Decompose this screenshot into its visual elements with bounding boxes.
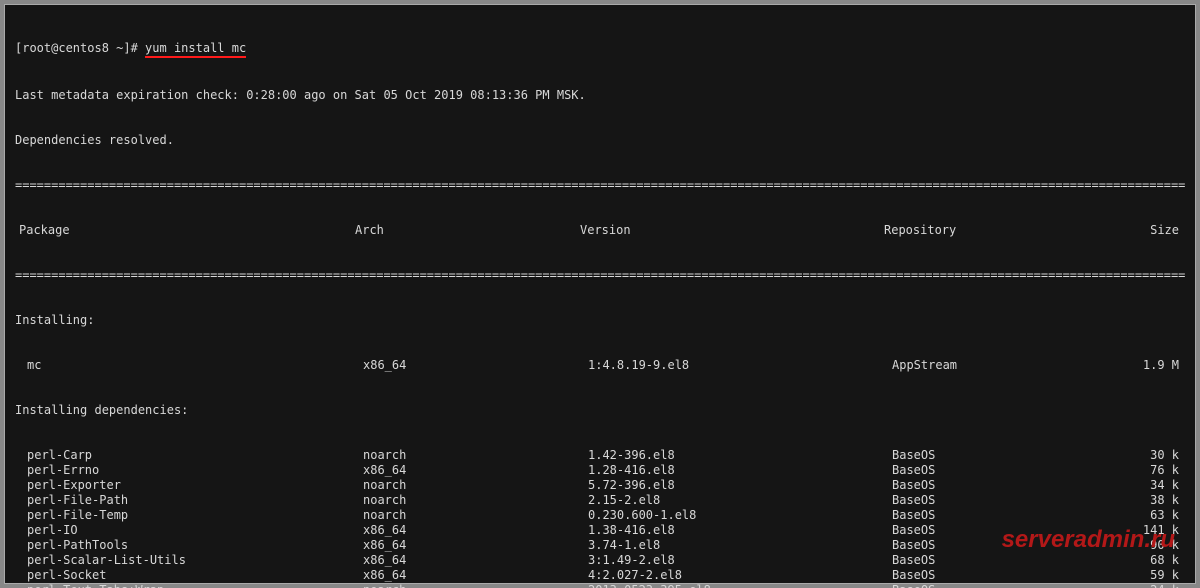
cell-version: 0.230.600-1.el8 xyxy=(588,508,892,523)
cell-arch: noarch xyxy=(363,448,588,463)
cell-repository: BaseOS xyxy=(892,448,1097,463)
cell-package: perl-File-Path xyxy=(15,493,363,508)
table-row: perl-Text-Tabs+Wrapnoarch2013.0523-395.e… xyxy=(15,583,1185,588)
table-row: perl-Socketx86_644:2.027-2.el8BaseOS59 k xyxy=(15,568,1185,583)
cell-package: perl-IO xyxy=(15,523,363,538)
deps-resolved-line: Dependencies resolved. xyxy=(15,133,1185,148)
cell-size: 59 k xyxy=(1097,568,1185,583)
cell-size: 24 k xyxy=(1097,583,1185,588)
cell-repository: AppStream xyxy=(892,358,1097,373)
cell-version: 3:1.49-2.el8 xyxy=(588,553,892,568)
cell-package: perl-File-Temp xyxy=(15,508,363,523)
cell-version: 3.74-1.el8 xyxy=(588,538,892,553)
cell-arch: noarch xyxy=(363,508,588,523)
cell-arch: x86_64 xyxy=(363,553,588,568)
cell-repository: BaseOS xyxy=(892,583,1097,588)
divider: ========================================… xyxy=(15,178,1185,193)
cell-arch: x86_64 xyxy=(363,358,588,373)
cell-arch: noarch xyxy=(363,478,588,493)
cell-package: perl-Text-Tabs+Wrap xyxy=(15,583,363,588)
hdr-package: Package xyxy=(15,223,355,238)
table-row: mc x86_64 1:4.8.19-9.el8 AppStream 1.9 M xyxy=(15,358,1185,373)
shell-prompt: [root@centos8 ~]# xyxy=(15,41,145,55)
cell-package: perl-PathTools xyxy=(15,538,363,553)
table-row: perl-File-Tempnoarch0.230.600-1.el8BaseO… xyxy=(15,508,1185,523)
cell-repository: BaseOS xyxy=(892,538,1097,553)
table-row: perl-Carpnoarch1.42-396.el8BaseOS30 k xyxy=(15,448,1185,463)
cell-version: 4:2.027-2.el8 xyxy=(588,568,892,583)
table-row: perl-Scalar-List-Utilsx86_643:1.49-2.el8… xyxy=(15,553,1185,568)
table-row: perl-Exporternoarch5.72-396.el8BaseOS34 … xyxy=(15,478,1185,493)
hdr-arch: Arch xyxy=(355,223,580,238)
cell-repository: BaseOS xyxy=(892,508,1097,523)
cell-repository: BaseOS xyxy=(892,568,1097,583)
cell-arch: x86_64 xyxy=(363,568,588,583)
cell-size: 63 k xyxy=(1097,508,1185,523)
cell-repository: BaseOS xyxy=(892,493,1097,508)
cell-version: 5.72-396.el8 xyxy=(588,478,892,493)
cell-size: 34 k xyxy=(1097,478,1185,493)
cell-arch: x86_64 xyxy=(363,538,588,553)
cell-arch: x86_64 xyxy=(363,523,588,538)
cell-size: 90 k xyxy=(1097,538,1185,553)
divider: ========================================… xyxy=(15,268,1185,283)
cell-package: perl-Errno xyxy=(15,463,363,478)
table-row: perl-PathToolsx86_643.74-1.el8BaseOS90 k xyxy=(15,538,1185,553)
table-header: Package Arch Version Repository Size xyxy=(15,223,1185,238)
table-row: perl-File-Pathnoarch2.15-2.el8BaseOS38 k xyxy=(15,493,1185,508)
cell-version: 1.42-396.el8 xyxy=(588,448,892,463)
cell-size: 68 k xyxy=(1097,553,1185,568)
hdr-version: Version xyxy=(580,223,884,238)
cell-version: 1.38-416.el8 xyxy=(588,523,892,538)
metadata-line: Last metadata expiration check: 0:28:00 … xyxy=(15,88,1185,103)
cell-arch: x86_64 xyxy=(363,463,588,478)
cell-package: mc xyxy=(15,358,363,373)
cell-arch: noarch xyxy=(363,493,588,508)
cell-size: 30 k xyxy=(1097,448,1185,463)
cell-size: 76 k xyxy=(1097,463,1185,478)
hdr-repository: Repository xyxy=(884,223,1089,238)
cell-package: perl-Socket xyxy=(15,568,363,583)
cell-size: 38 k xyxy=(1097,493,1185,508)
cell-repository: BaseOS xyxy=(892,523,1097,538)
cell-repository: BaseOS xyxy=(892,478,1097,493)
table-row: perl-Errnox86_641.28-416.el8BaseOS76 k xyxy=(15,463,1185,478)
cell-arch: noarch xyxy=(363,583,588,588)
cell-package: perl-Exporter xyxy=(15,478,363,493)
terminal[interactable]: [root@centos8 ~]# yum install mc Last me… xyxy=(4,4,1196,584)
table-row: perl-IOx86_641.38-416.el8BaseOS141 k xyxy=(15,523,1185,538)
cell-package: perl-Scalar-List-Utils xyxy=(15,553,363,568)
cell-repository: BaseOS xyxy=(892,463,1097,478)
section-installing: Installing: xyxy=(15,313,1185,328)
cell-repository: BaseOS xyxy=(892,553,1097,568)
cell-version: 2013.0523-395.el8 xyxy=(588,583,892,588)
section-installing-deps: Installing dependencies: xyxy=(15,403,1185,418)
cell-version: 2.15-2.el8 xyxy=(588,493,892,508)
hdr-size: Size xyxy=(1089,223,1185,238)
cell-version: 1:4.8.19-9.el8 xyxy=(588,358,892,373)
shell-prompt-line: [root@centos8 ~]# yum install mc xyxy=(15,41,1185,58)
cell-size: 1.9 M xyxy=(1097,358,1185,373)
cell-version: 1.28-416.el8 xyxy=(588,463,892,478)
cell-package: perl-Carp xyxy=(15,448,363,463)
cell-size: 141 k xyxy=(1097,523,1185,538)
shell-command: yum install mc xyxy=(145,41,246,58)
